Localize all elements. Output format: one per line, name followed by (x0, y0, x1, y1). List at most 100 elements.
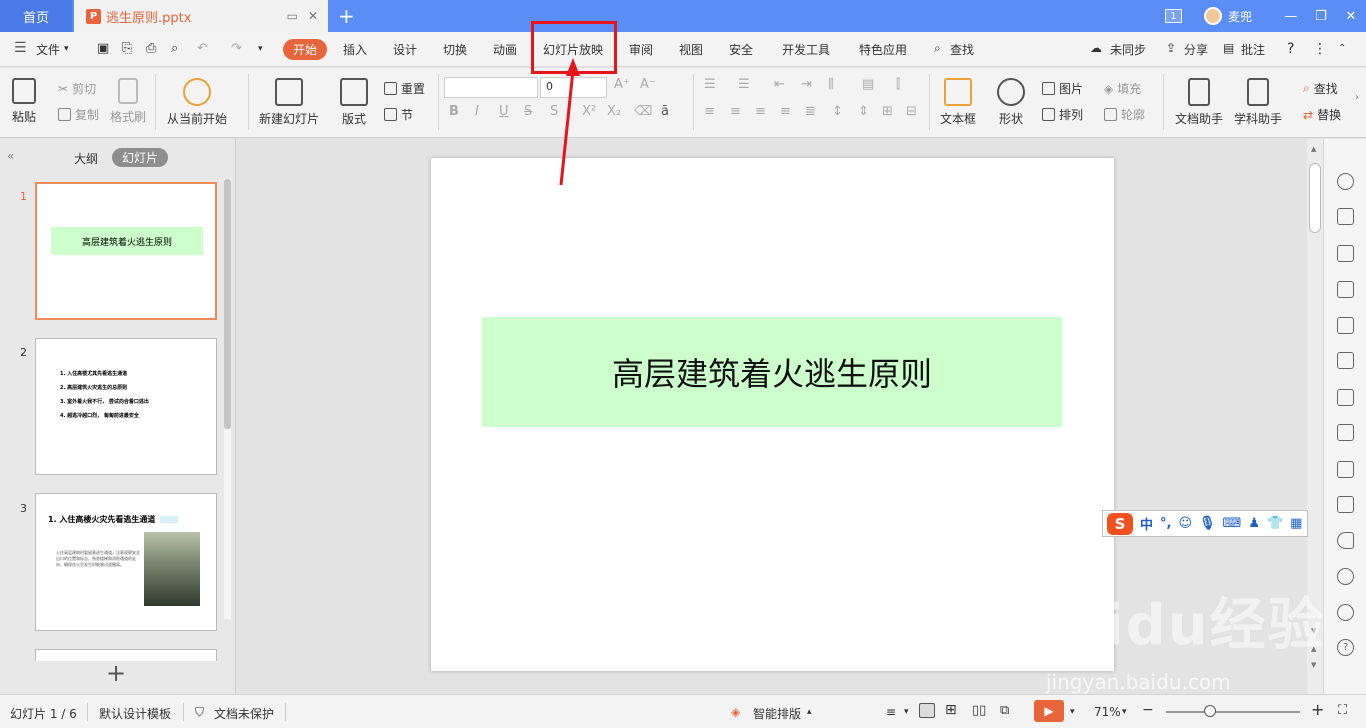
columns-icon[interactable]: ⫿ (896, 77, 900, 92)
minimize-icon[interactable]: — (1276, 9, 1306, 24)
tab-document[interactable]: P 逃生原则.pptx ▭ ✕ (74, 0, 328, 32)
save-icon[interactable]: ▣ (97, 41, 109, 56)
slide-title-box[interactable]: 高层建筑着火逃生原则 (482, 317, 1062, 427)
current-slide[interactable]: 高层建筑着火逃生原则 (431, 158, 1114, 671)
tab-review[interactable]: 审阅 (629, 41, 653, 58)
tab-developer[interactable]: 开发工具 (782, 41, 830, 58)
text-settings-icon[interactable]: ⊟ (906, 104, 917, 119)
close-tab-icon[interactable]: ✕ (308, 9, 318, 23)
doc-helper-button[interactable]: 文档助手 (1175, 78, 1223, 127)
pane-scrollbar[interactable] (224, 179, 231, 619)
cut-button[interactable]: ✂ 剪切 (58, 80, 96, 97)
redo-icon[interactable]: ↷ (231, 41, 242, 56)
help-icon[interactable]: ? (1287, 41, 1294, 57)
align-center-icon[interactable]: ≡ (730, 104, 741, 119)
arrange-button[interactable]: 排列 (1042, 106, 1083, 123)
quick-access-dropdown-icon[interactable]: ▾ (258, 44, 263, 54)
text-direction-icon[interactable]: ⫼ (828, 77, 834, 92)
zoom-dropdown-icon[interactable]: ▾ (1122, 707, 1127, 717)
new-tab-button[interactable]: + (338, 4, 355, 28)
sogou-logo-icon[interactable]: S (1107, 512, 1133, 535)
layout-button[interactable]: 版式 (340, 78, 368, 127)
share-button[interactable]: 分享 (1184, 41, 1208, 58)
user-icon[interactable]: ♟ (1248, 516, 1260, 531)
tab-special[interactable]: 特色应用 (859, 41, 907, 58)
increase-font-icon[interactable]: A⁺ (614, 77, 630, 92)
textbox-button[interactable]: 文本框 (940, 78, 976, 127)
zoom-out-button[interactable]: − (1142, 702, 1154, 718)
cloud-icon[interactable]: ☁ (1090, 41, 1102, 55)
outline-button[interactable]: 轮廓 (1104, 106, 1145, 123)
help-icon[interactable]: ? (1337, 639, 1354, 656)
add-slide-button[interactable]: + (106, 661, 126, 685)
fill-button[interactable]: ◈ 填充 (1104, 80, 1141, 97)
increase-indent-icon[interactable]: ⇥ (801, 77, 812, 92)
smart-art-icon[interactable]: ⊞ (882, 104, 893, 119)
avatar[interactable] (1203, 7, 1222, 25)
slideshow-play-button[interactable]: ▶ (1034, 700, 1064, 722)
new-slide-button[interactable]: 新建幻灯片 (259, 78, 319, 127)
tab-security[interactable]: 安全 (729, 41, 753, 58)
user-name[interactable]: 麦兜 (1228, 8, 1252, 25)
star-icon[interactable] (1337, 173, 1354, 190)
tab-outline[interactable]: 大纲 (74, 150, 98, 167)
ribbon-scroll-right-icon[interactable]: › (1355, 92, 1359, 103)
smart-layout-button[interactable]: 智能排版 (753, 705, 801, 722)
tab-view[interactable]: 视图 (679, 41, 703, 58)
font-color-icon[interactable]: ā (661, 104, 669, 119)
template-name[interactable]: 默认设计模板 (99, 705, 171, 722)
close-window-icon[interactable]: ✕ (1336, 9, 1366, 24)
export-pdf-icon[interactable]: ⎘ (122, 41, 132, 56)
play-dropdown-icon[interactable]: ▾ (1070, 707, 1075, 717)
align-right-icon[interactable]: ≡ (755, 104, 766, 119)
window-tile-icon[interactable]: ▭ (287, 9, 298, 23)
archive-icon[interactable] (1337, 461, 1354, 478)
slide-thumbnail-1[interactable]: 高层建筑着火逃生原则 (35, 182, 217, 320)
slide-thumbnail-2[interactable]: 1. 入住高楼尤其先看逃生通道 2. 高层建筑火灾逃生的总原则 3. 室外着火我… (35, 338, 217, 475)
decrease-indent-icon[interactable]: ⇤ (774, 77, 785, 92)
format-painter-button[interactable]: 格式刷 (110, 78, 146, 125)
audio-icon[interactable] (1337, 532, 1354, 549)
superscript-icon[interactable]: X² (582, 104, 596, 119)
align-text-icon[interactable]: ▤ (862, 77, 874, 92)
pane-scroll-thumb[interactable] (224, 179, 231, 429)
print-icon[interactable]: ⎙ (146, 41, 156, 56)
print-preview-icon[interactable]: ⌕ (171, 41, 178, 56)
normal-view-icon[interactable] (919, 703, 935, 718)
shadow-icon[interactable]: S (550, 104, 558, 119)
zoom-slider-knob[interactable] (1204, 705, 1216, 717)
tab-transition[interactable]: 切换 (443, 41, 467, 58)
chart-icon[interactable] (1337, 317, 1354, 334)
microphone-icon[interactable]: 🎙 (1199, 516, 1216, 531)
play-from-current-button[interactable]: 从当前开始 (167, 78, 227, 127)
slide-thumbnail-4[interactable] (35, 649, 217, 661)
share-icon[interactable]: ⇪ (1166, 41, 1176, 55)
templates-icon[interactable] (1337, 208, 1354, 225)
notes-icon[interactable]: ≡ (886, 705, 896, 719)
search-icon[interactable]: ⌕ (934, 41, 941, 56)
grid-icon[interactable] (1337, 281, 1354, 298)
justify-icon[interactable]: ≡ (780, 104, 791, 119)
tab-start[interactable]: 开始 (283, 39, 327, 60)
section-button[interactable]: 节 (384, 106, 413, 123)
subject-helper-button[interactable]: 学科助手 (1234, 78, 1282, 127)
security-icon[interactable] (1337, 568, 1354, 585)
italic-icon[interactable]: I (475, 104, 479, 119)
collapse-ribbon-icon[interactable]: ⌃ (1338, 43, 1346, 54)
replace-button[interactable]: ⇄ 替换 (1303, 106, 1341, 123)
skin-icon[interactable]: 👕 (1267, 516, 1283, 531)
next-slide-icon[interactable]: ▼ (1311, 661, 1316, 669)
fit-window-icon[interactable]: ⛶ (1338, 703, 1347, 718)
tab-slides[interactable]: 幻灯片 (112, 148, 168, 167)
collapse-pane-icon[interactable]: « (7, 149, 14, 163)
align-left-icon[interactable]: ≡ (704, 104, 715, 119)
hamburger-icon[interactable]: ☰ (14, 40, 27, 56)
tools-grid-icon[interactable]: ▦ (1290, 516, 1302, 531)
restore-icon[interactable]: ❐ (1306, 9, 1336, 24)
protection-status[interactable]: 文档未保护 (214, 705, 274, 722)
find-button[interactable]: ⌕ 查找 (1303, 80, 1338, 97)
emoji-icon[interactable]: ☺ (1178, 516, 1192, 531)
font-name-select[interactable] (444, 77, 538, 98)
more-icon[interactable]: ⋮ (1313, 41, 1327, 57)
tab-design[interactable]: 设计 (393, 41, 417, 58)
